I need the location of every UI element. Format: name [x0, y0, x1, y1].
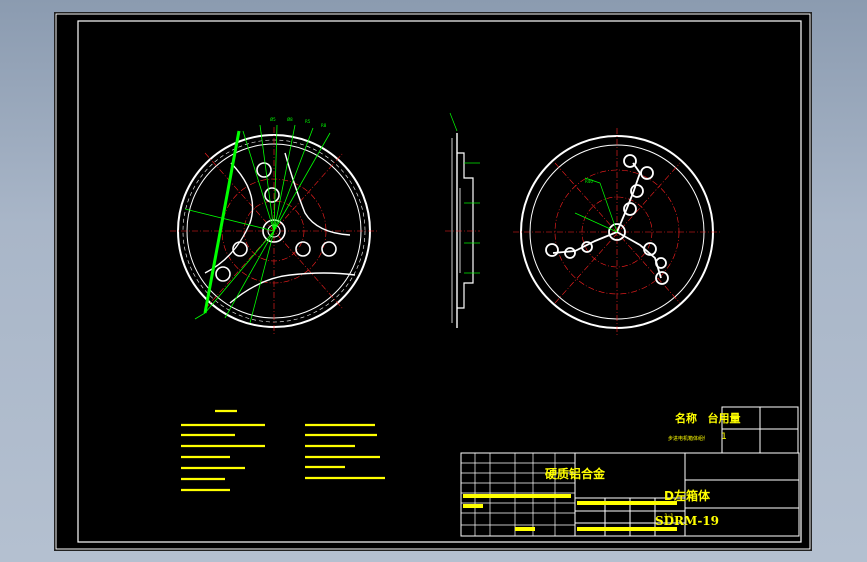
title-header-qty: 台用量	[707, 412, 741, 425]
svg-text:R40: R40	[585, 179, 593, 184]
right-plate-view: R40	[513, 128, 721, 336]
title-row-desc: 步进电机箱体组件	[668, 436, 705, 442]
title-row-qty: 1	[721, 432, 727, 442]
svg-text:R8: R8	[321, 123, 327, 128]
drawing-sheet: Ø5 Ø8 R5 R8 R40 名称 台用量 步进电机箱体组件 1 硬质铝合金 …	[55, 13, 811, 550]
part-name-label: D左箱体	[664, 489, 710, 503]
inner-frame	[77, 20, 802, 543]
outer-frame	[55, 13, 811, 550]
svg-text:Ø8: Ø8	[287, 117, 293, 122]
side-section-view	[445, 112, 480, 328]
scale-label: 1:1	[664, 513, 674, 520]
drawing-number-label: SDRM-19	[654, 514, 719, 528]
left-plate-view: Ø5 Ø8 R5 R8	[170, 117, 378, 335]
cad-drawing-canvas: Ø5 Ø8 R5 R8 R40	[55, 13, 811, 550]
svg-text:R5: R5	[305, 119, 311, 124]
title-header-name: 名称	[675, 412, 697, 425]
svg-text:Ø5: Ø5	[270, 117, 276, 122]
technical-notes	[181, 409, 385, 492]
material-label: 硬质铝合金	[544, 467, 605, 481]
